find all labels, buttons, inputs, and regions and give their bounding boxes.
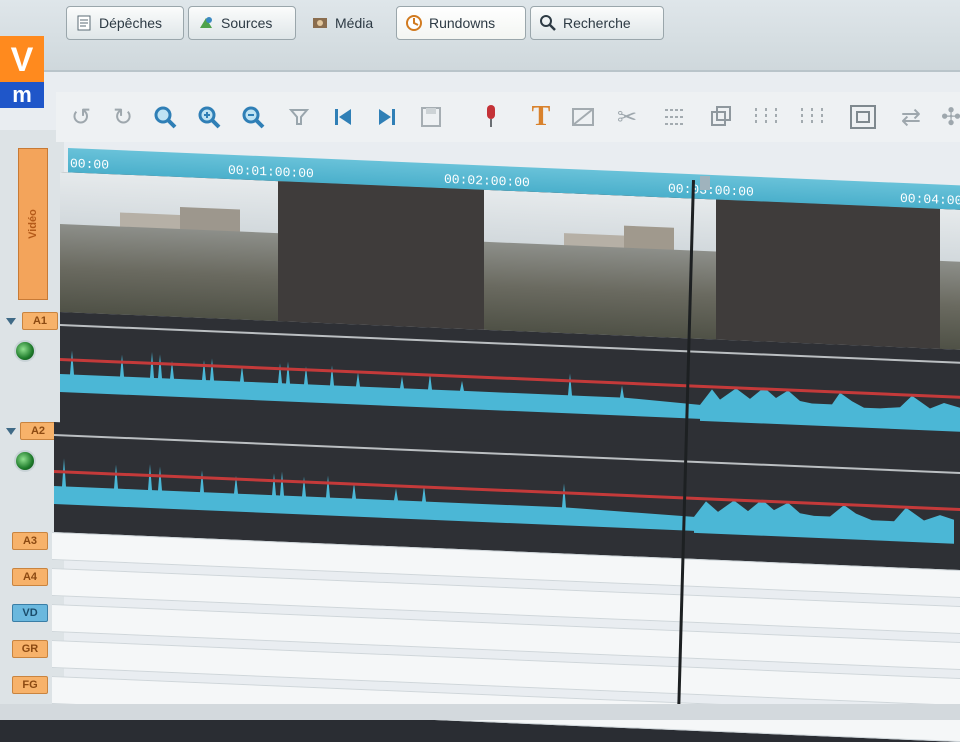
collapse-a2-icon[interactable] [6,428,16,435]
tab-label: Sources [221,15,273,31]
zoom-icon[interactable] [150,102,180,132]
tab-sources[interactable]: Sources [188,6,296,40]
tab-label: Média [335,15,374,31]
track-tag-a3[interactable]: A3 [12,532,48,550]
video-clip-thumbnail[interactable] [484,189,716,340]
tab-label: Recherche [563,15,631,31]
document-icon [75,14,93,32]
more-icon[interactable]: ✣ [936,102,960,132]
text-icon[interactable]: T [526,101,556,132]
split-1-icon[interactable] [752,102,782,132]
tick-label: 00:02:00:00 [444,171,530,191]
bottom-strip [0,704,960,720]
video-clip-thumbnail[interactable] [60,172,286,322]
channel-logo: V m [0,36,44,112]
track-tag-gr[interactable]: GR [12,640,48,658]
split-2-icon[interactable] [798,102,828,132]
logo-top: V [0,36,44,84]
video-clip-black[interactable] [278,181,484,330]
tick-label: 00:04:00 [900,190,960,209]
tab-rundowns[interactable]: Rundowns [396,6,526,40]
track-tag-vd[interactable]: VD [12,604,48,622]
skip-forward-icon[interactable] [372,102,402,132]
effect-3-icon[interactable] [660,102,690,132]
save-icon[interactable] [416,102,446,132]
track-a1-monitor-icon[interactable] [14,340,36,362]
tab-media[interactable]: Média [302,6,390,40]
skip-back-icon[interactable] [328,102,358,132]
tick-label: 00:03:00:00 [668,181,754,200]
effect-1-icon[interactable] [568,102,598,132]
microphone-icon[interactable] [476,102,506,132]
tab-depeches[interactable]: Dépêches [66,6,184,40]
track-tag-a2[interactable]: A2 [20,422,56,440]
redo-icon[interactable]: ↻ [108,102,138,132]
zoom-in-icon[interactable] [194,102,224,132]
video-track-label: Vidéo [18,148,48,300]
media-icon [311,14,329,32]
playhead-handle[interactable] [700,176,710,190]
tab-recherche[interactable]: Recherche [530,6,664,40]
copy-icon[interactable] [706,102,736,132]
search-icon [539,14,557,32]
track-tag-a1[interactable]: A1 [22,312,58,330]
effect-2-icon[interactable]: ✂ [612,102,642,132]
video-label-text: Vidéo [27,209,40,239]
rundown-icon [405,14,423,32]
undo-icon[interactable]: ↺ [66,102,96,132]
tick-label: 00:01:00:00 [228,162,314,182]
zoom-out-icon[interactable] [238,102,268,132]
video-clip-thumbnail[interactable] [940,208,960,350]
top-tab-bar: Dépêches Sources Média Rundowns Recherch… [0,0,960,72]
logo-bottom: m [0,82,44,108]
tick-label: 00:00 [70,156,110,173]
track-tag-a4[interactable]: A4 [12,568,48,586]
editor-window: Dépêches Sources Média Rundowns Recherch… [0,0,960,742]
tab-label: Dépêches [99,15,163,31]
filter-icon[interactable] [284,102,314,132]
tab-label: Rundowns [429,15,496,31]
frame-icon[interactable] [848,102,878,132]
track-tag-fg[interactable]: FG [12,676,48,694]
edit-toolbar: ↺ ↻ T ✂ ⇄ ✣ [56,92,960,142]
collapse-a1-icon[interactable] [6,318,16,325]
transition-icon[interactable]: ⇄ [896,102,926,132]
video-clip-black[interactable] [716,199,942,349]
sources-icon [197,14,215,32]
track-a2-monitor-icon[interactable] [14,450,36,472]
